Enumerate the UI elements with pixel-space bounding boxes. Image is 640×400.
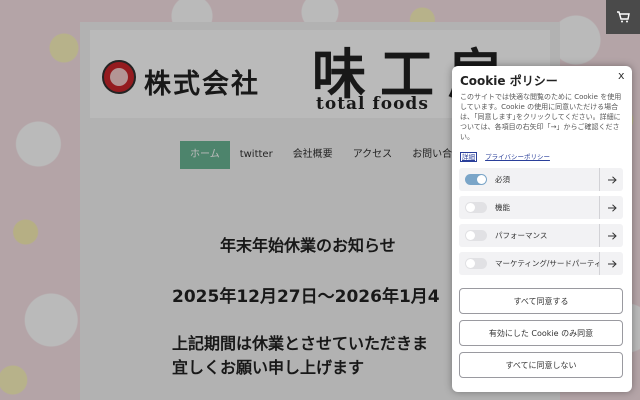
category-label: マーケティング/サードパーティ (495, 259, 602, 268)
category-label: 機能 (495, 203, 510, 212)
toggle-required[interactable] (465, 174, 487, 185)
cookie-category-performance: パフォーマンス (459, 224, 623, 247)
cookie-category-required: 必須 (459, 168, 623, 191)
toggle-functional[interactable] (465, 202, 487, 213)
reject-all-button[interactable]: すべてに同意しない (459, 352, 623, 378)
cookie-category-functional: 機能 (459, 196, 623, 219)
accept-all-button[interactable]: すべて同意する (459, 288, 623, 314)
toggle-performance[interactable] (465, 230, 487, 241)
arrow-right-icon[interactable] (599, 252, 623, 275)
toggle-marketing[interactable] (465, 258, 487, 269)
category-label: パフォーマンス (495, 231, 548, 240)
cart-button[interactable] (606, 0, 640, 34)
cookie-title: Cookie ポリシー (460, 74, 558, 88)
close-icon[interactable]: x (618, 69, 625, 82)
cookie-dialog: Cookie ポリシー x このサイトでは快適な閲覧のために Cookie を使… (452, 66, 632, 392)
category-label: 必須 (495, 175, 510, 184)
privacy-policy-link[interactable]: プライバシーポリシー (485, 153, 550, 161)
arrow-right-icon[interactable] (599, 196, 623, 219)
arrow-right-icon[interactable] (599, 168, 623, 191)
cookie-links: 詳細 プライバシーポリシー (460, 151, 550, 162)
cart-icon (617, 11, 630, 23)
accept-selected-button[interactable]: 有効にした Cookie のみ同意 (459, 320, 623, 346)
cookie-description: このサイトでは快適な閲覧のために Cookie を使用しています。Cookie … (460, 93, 622, 141)
cookie-category-marketing: マーケティング/サードパーティ (459, 252, 623, 275)
arrow-right-icon[interactable] (599, 224, 623, 247)
details-link[interactable]: 詳細 (460, 152, 477, 162)
